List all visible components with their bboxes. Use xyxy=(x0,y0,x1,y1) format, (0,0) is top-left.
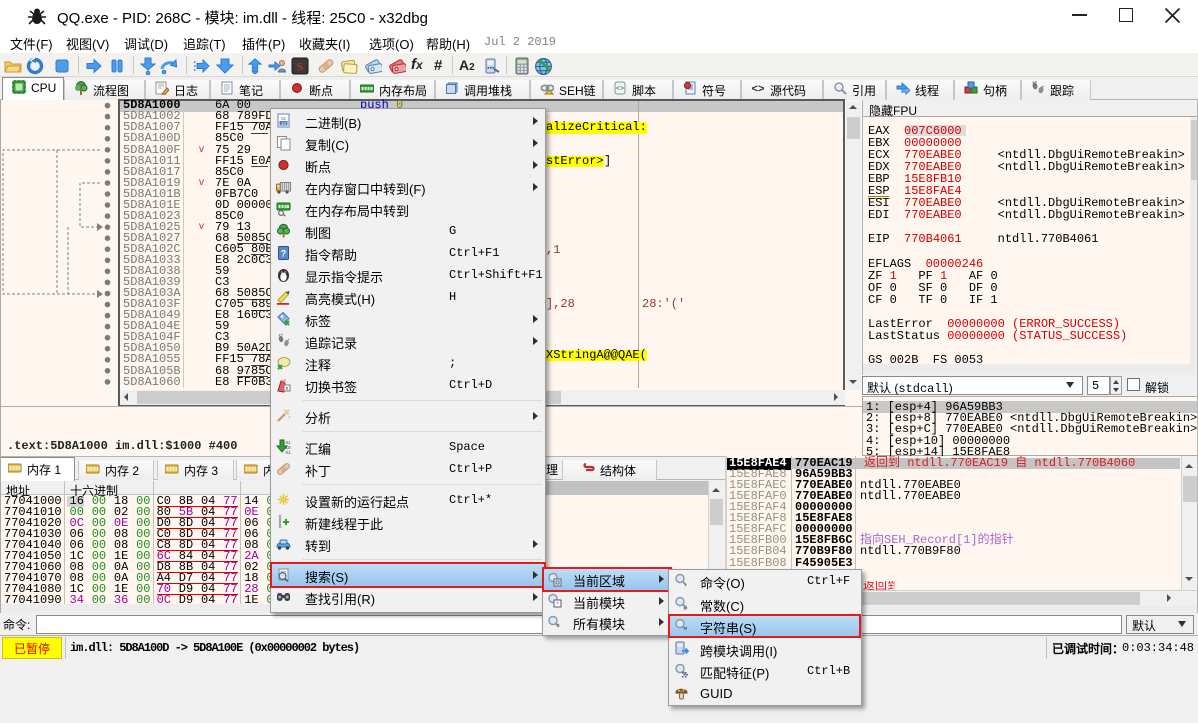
svg-text:#: # xyxy=(684,605,688,612)
svg-text:*: * xyxy=(556,622,559,630)
svg-text:01: 01 xyxy=(281,116,287,121)
svg-text:n: n xyxy=(286,386,289,392)
svg-text:01: 01 xyxy=(285,450,291,455)
svg-text:?: ? xyxy=(281,249,287,259)
svg-text:›: › xyxy=(684,582,687,589)
svg-text:S: S xyxy=(297,60,304,74)
svg-text:<>: <> xyxy=(616,86,624,93)
svg-text:10: 10 xyxy=(281,121,287,126)
svg-text:<>: <> xyxy=(752,83,765,95)
